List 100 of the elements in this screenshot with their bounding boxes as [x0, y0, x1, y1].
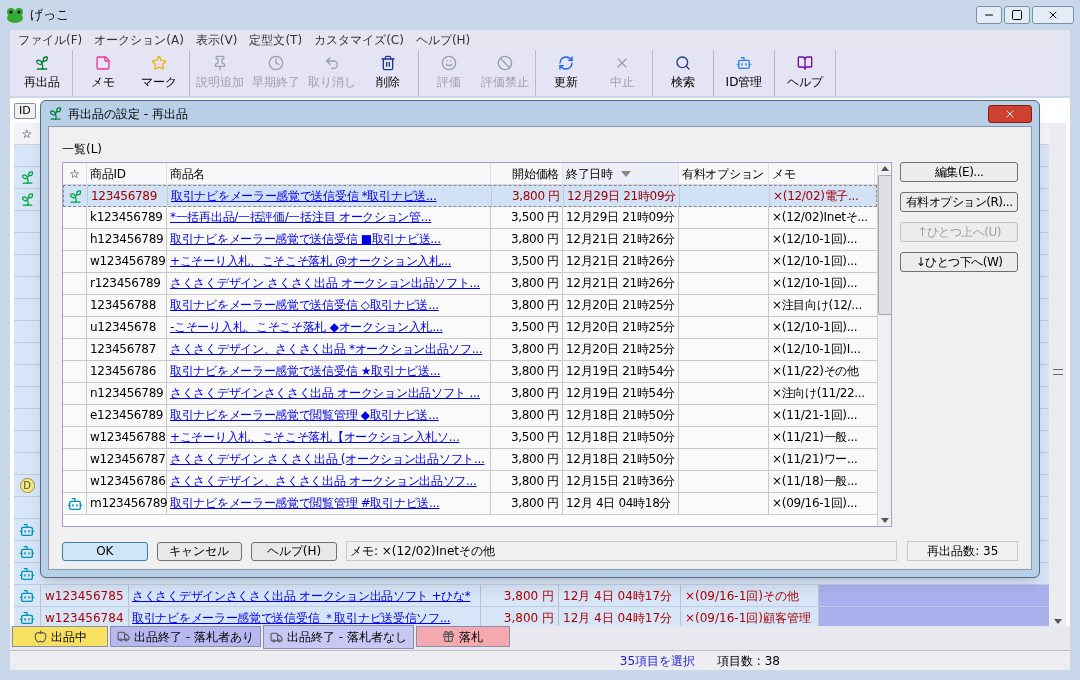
- menu-item[interactable]: 表示(V): [191, 31, 242, 49]
- dialog-button[interactable]: キャンセル: [156, 541, 243, 561]
- tab[interactable]: 落札: [415, 626, 510, 647]
- table-cell: 3,800 円: [491, 383, 563, 404]
- pin-icon: [212, 55, 228, 71]
- table-cell: 123456786: [87, 361, 167, 382]
- toolbar-button[interactable]: 再出品: [14, 52, 70, 94]
- item-link[interactable]: さくさくデザイン、さくさく出品 *オークション出品ソフ...: [170, 342, 483, 356]
- column-header[interactable]: 終了日時: [563, 163, 679, 184]
- column-header[interactable]: 有料オプション: [679, 163, 769, 184]
- scrollbar[interactable]: [1049, 123, 1066, 626]
- dialog-button[interactable]: ヘルプ(H): [251, 541, 337, 561]
- item-link[interactable]: さくさくデザイン さくさく出品 (オークション出品ソフト...: [170, 452, 485, 466]
- note-icon: [95, 55, 111, 71]
- sprout-icon: [68, 188, 83, 204]
- table-cell-text: ×(12/02)電子...: [772, 188, 860, 205]
- table-row[interactable]: 123456786 取引ナビをメーラー感覚で送信受信 ★取引ナビ送... 3,800 円 12月19日 21時54分 ×(11/22)その他: [63, 361, 877, 383]
- table-cell: u12345678: [87, 317, 167, 338]
- close-button[interactable]: [988, 104, 1032, 123]
- menu-item[interactable]: オークション(A): [90, 31, 188, 49]
- toolbar-button[interactable]: マーク: [131, 52, 187, 94]
- menu-item[interactable]: 定型文(T): [245, 31, 307, 49]
- toolbar-button[interactable]: 削除: [360, 52, 416, 94]
- item-link[interactable]: 取引ナビをメーラー感覚で送信受信 ■取引ナビ送...: [170, 232, 441, 246]
- toolbar-button[interactable]: メモ: [75, 52, 131, 94]
- table-row[interactable]: r123456789 さくさくデザイン さくさく出品 オークション出品ソフト... 3,800 円 12月21日 21時26分 ×(12/10-1回)...: [63, 273, 877, 295]
- table-row[interactable]: w123456787 さくさくデザイン さくさく出品 (オークション出品ソフト... 3,800 円 12月18日 21時50分 ×(11/21)ワー...: [63, 449, 877, 471]
- side-button[interactable]: 編集(E)...: [900, 162, 1018, 182]
- minimize-button[interactable]: [976, 6, 1002, 24]
- dialog-button[interactable]: OK: [62, 541, 148, 561]
- menu-item[interactable]: ヘルプ(H): [411, 31, 475, 49]
- selection-status: 35項目を選択: [619, 652, 696, 670]
- side-button[interactable]: ↓ひとつ下へ(W): [900, 252, 1018, 272]
- item-link[interactable]: さくさくデザインさくさく出品 オークション出品ソフト +ひな*: [132, 589, 471, 603]
- toolbar-button[interactable]: ヘルプ: [777, 52, 833, 94]
- table-cell: 123456789: [88, 186, 168, 206]
- table-row[interactable]: n123456789 さくさくデザインさくさく出品 オークション出品ソフト ... 3,800 円 12月19日 21時54分 ×注向け(11/22...: [63, 383, 877, 405]
- item-link[interactable]: -こそーり入札、こそこそ落札 ◆オークション入札...: [170, 320, 443, 334]
- clock-icon: [268, 55, 284, 71]
- scrollbar[interactable]: [877, 163, 892, 526]
- table-row[interactable]: 123456787 さくさくデザイン、さくさく出品 *オークション出品ソフ... 3,800 円 12月20日 21時25分 ×(12/10-1回)I...: [63, 339, 877, 361]
- robot-icon: [736, 55, 752, 71]
- filter-button[interactable]: ID: [14, 102, 36, 119]
- item-link[interactable]: 取引ナビをメーラー感覚で閲覧管理 #取引ナビ送...: [170, 496, 440, 510]
- table-cell: 3,800 円: [491, 361, 563, 382]
- table-row[interactable]: u12345678 -こそーり入札、こそこそ落札 ◆オークション入札... 3,500 円 12月20日 21時25分 ×(12/10-1回)...: [63, 317, 877, 339]
- tab[interactable]: 出品終了 - 落札者あり: [110, 626, 261, 647]
- item-link[interactable]: *一括再出品/一括評価/一括注目 オークション管...: [170, 210, 432, 224]
- side-button[interactable]: 有料オプション(R)...: [900, 192, 1018, 212]
- table-row[interactable]: m123456789 取引ナビをメーラー感覚で閲覧管理 #取引ナビ送... 3,800 円 12月 4日 04時18分 ×(09/16-1回)...: [63, 493, 877, 515]
- table-cell: 12月29日 21時09分: [563, 207, 679, 228]
- table-cell: 12月19日 21時54分: [563, 383, 679, 404]
- scroll-down-icon[interactable]: [1053, 619, 1062, 624]
- item-link[interactable]: さくさくデザインさくさく出品 オークション出品ソフト ...: [170, 386, 481, 400]
- column-header[interactable]: メモ: [769, 163, 875, 184]
- item-link[interactable]: さくさくデザイン さくさく出品 オークション出品ソフト...: [170, 276, 481, 290]
- toolbar-button[interactable]: 更新: [538, 52, 594, 94]
- maximize-button[interactable]: [1004, 6, 1030, 24]
- menu-item[interactable]: ファイル(F): [14, 31, 87, 49]
- column-header[interactable]: ☆: [14, 123, 40, 144]
- table-cell: h123456789: [87, 229, 167, 250]
- column-header[interactable]: 商品名: [167, 163, 491, 184]
- sprout-icon: [19, 192, 35, 207]
- item-link[interactable]: 取引ナビをメーラー感覚で送信受信 ＊取引ナビ送受信ソフ...: [132, 611, 451, 625]
- toolbar-button[interactable]: ID管理: [716, 52, 772, 94]
- table-row[interactable]: w123456786 さくさくデザイン、さくさく出品 オークション出品ソフ... 3,800 円 12月15日 21時36分 ×(11/18)一般...: [63, 471, 877, 493]
- table-cell-text: ×(11/21)ワー...: [771, 451, 859, 468]
- table-cell: 12月21日 21時26分: [563, 273, 679, 294]
- column-header[interactable]: 商品ID: [87, 163, 167, 184]
- scroll-thumb[interactable]: [878, 175, 892, 315]
- tab[interactable]: 出品中: [12, 626, 108, 647]
- item-link[interactable]: さくさくデザイン、さくさく出品 オークション出品ソフ...: [170, 474, 477, 488]
- table-cell: 12月20日 21時25分: [563, 339, 679, 360]
- item-link[interactable]: +こそーり入札、こそこそ落札【オークション入札ソ...: [170, 430, 460, 444]
- item-link[interactable]: 取引ナビをメーラー感覚で送信受信 *取引ナビ送...: [171, 189, 437, 203]
- table-row[interactable]: e123456789 取引ナビをメーラー感覚で閲覧管理 ◆取引ナビ送... 3,800 円 12月18日 21時50分 ×(11/21-1回)...: [63, 405, 877, 427]
- menu-item[interactable]: カスタマイズ(C): [310, 31, 408, 49]
- table-row[interactable]: 123456789 取引ナビをメーラー感覚で送信受信 *取引ナビ送... 3,800 円 12月29日 21時09分 ×(12/02)電子...: [63, 185, 877, 207]
- truck-icon: [269, 630, 283, 644]
- item-link[interactable]: 取引ナビをメーラー感覚で閲覧管理 ◆取引ナビ送...: [170, 408, 439, 422]
- table-cell-text: ×注向け(11/22...: [771, 385, 866, 402]
- robot-icon: [19, 543, 35, 560]
- item-link[interactable]: +こそーり入札、こそこそ落札 @オークション入札...: [170, 254, 452, 268]
- table-row[interactable]: k123456789 *一括再出品/一括評価/一括注目 オークション管... 3,500 円 12月29日 21時09分 ×(12/02)Inetそ...: [63, 207, 877, 229]
- toolbar-button[interactable]: 検索: [655, 52, 711, 94]
- tab[interactable]: 出品終了 - 落札者なし: [262, 625, 414, 649]
- trash-icon: [380, 55, 396, 71]
- table-row[interactable]: w123456789 +こそーり入札、こそこそ落札 @オークション入札... 3,500 円 12月21日 21時26分 ×(12/10-1回)...: [63, 251, 877, 273]
- sprout-icon: [34, 55, 50, 71]
- table-row[interactable]: h123456789 取引ナビをメーラー感覚で送信受信 ■取引ナビ送... 3,800 円 12月21日 21時26分 ×(12/10-1回)...: [63, 229, 877, 251]
- item-link[interactable]: 取引ナビをメーラー感覚で送信受信 ◇取引ナビ送...: [170, 298, 439, 312]
- table-cell: m123456789: [87, 493, 167, 514]
- table-cell: 3,800 円: [480, 585, 558, 606]
- table-cell-text: ×注目向け(12/...: [771, 297, 863, 314]
- item-link[interactable]: 取引ナビをメーラー感覚で送信受信 ★取引ナビ送...: [170, 364, 441, 378]
- table-cell: 3,800 円: [491, 295, 563, 316]
- table-row[interactable]: 123456788 取引ナビをメーラー感覚で送信受信 ◇取引ナビ送... 3,800 円 12月20日 21時25分 ×注目向け(12/...: [63, 295, 877, 317]
- table-cell: k123456789: [87, 207, 167, 228]
- table-row[interactable]: w123456788 +こそーり入札、こそこそ落札【オークション入札ソ... 3,500 円 12月18日 21時50分 ×(11/21)一般...: [63, 427, 877, 449]
- column-header[interactable]: ☆: [63, 163, 87, 184]
